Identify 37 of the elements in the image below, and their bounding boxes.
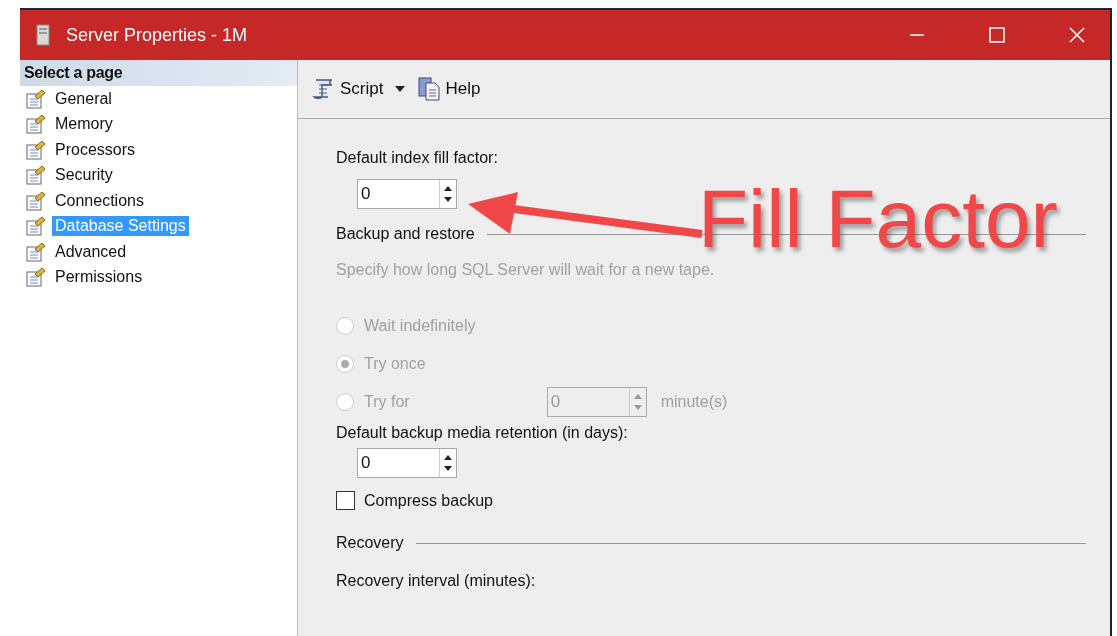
window-title: Server Properties - 1M [66, 24, 248, 46]
sidebar-item[interactable]: Memory [52, 114, 116, 135]
page-wrench-icon [25, 138, 47, 161]
unit-label: minute(s) [660, 393, 728, 411]
help-button[interactable]: Help [415, 74, 483, 104]
sidebar-item[interactable]: Connections [52, 190, 147, 211]
page-wrench-icon [25, 189, 47, 212]
page-wrench-icon [25, 215, 47, 238]
sidebar-heading: Select a page [20, 60, 297, 86]
radio-label: Try for [364, 393, 410, 411]
group-heading: Recovery [336, 534, 404, 552]
document-icon [417, 76, 442, 102]
sidebar-item[interactable]: Processors [52, 139, 139, 160]
radio-label: Wait indefinitely [364, 317, 476, 335]
group-heading: Backup and restore [336, 225, 475, 243]
sidebar-item[interactable]: General [52, 88, 115, 109]
field-label: Recovery interval (minutes): [336, 572, 537, 590]
maximize-icon[interactable] [988, 26, 1006, 44]
page-wrench-icon [25, 87, 47, 110]
page-wrench-icon [25, 113, 47, 136]
page-wrench-icon [25, 266, 47, 289]
sidebar-item[interactable]: Security [52, 165, 116, 186]
page-wrench-icon [25, 164, 47, 187]
caret-icon[interactable] [393, 84, 408, 94]
close-icon[interactable] [1068, 26, 1086, 44]
fill-factor-spinner[interactable]: 0 [357, 179, 457, 209]
checkbox-label: Compress backup [364, 491, 493, 510]
field-label: Default backup media retention (in days): [336, 424, 629, 442]
page-wrench-icon [25, 240, 47, 263]
sidebar-item[interactable]: Advanced [52, 241, 130, 262]
annotation-text: Fill Factor [698, 178, 1058, 260]
radio-label: Try once [364, 355, 426, 373]
hint-text: Specify how long SQL Server will wait for a new tape. [336, 261, 716, 279]
sidebar-item[interactable]: Permissions [52, 267, 146, 288]
field-label: Default index fill factor: [336, 149, 499, 168]
script-button[interactable]: Script [308, 75, 386, 103]
server-icon [36, 24, 50, 46]
